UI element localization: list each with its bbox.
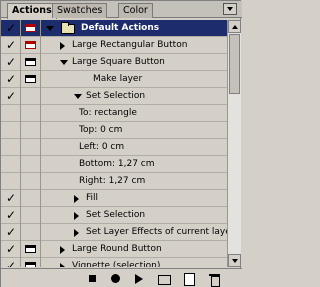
dialog-icon	[25, 41, 36, 49]
row-label: Right: 1,27 cm	[79, 176, 146, 186]
scroll-thumb[interactable]	[229, 34, 240, 94]
action-parameter-row[interactable]: Top: 0 cm	[1, 122, 227, 139]
vertical-scrollbar[interactable]	[227, 20, 241, 267]
collapse-triangle-icon[interactable]	[60, 60, 68, 65]
actions-list: Default Actions Large Rectangular Button L…	[1, 20, 227, 267]
toggle-dialog-cell[interactable]	[21, 20, 41, 37]
toggle-dialog-cell[interactable]	[21, 224, 41, 241]
record-icon[interactable]	[108, 272, 124, 286]
row-label: Large Rectangular Button	[72, 40, 188, 50]
command-row[interactable]: Set Layer Effects of current laye	[1, 224, 227, 241]
toggle-item-checkbox[interactable]	[1, 241, 21, 258]
toggle-dialog-cell	[21, 105, 41, 122]
action-parameter-row[interactable]: Left: 0 cm	[1, 139, 227, 156]
toggle-item-checkbox[interactable]	[1, 20, 21, 37]
folder-icon	[61, 22, 75, 34]
command-row[interactable]: Fill	[1, 190, 227, 207]
toggle-dialog-cell	[21, 173, 41, 190]
toggle-dialog-cell[interactable]	[21, 190, 41, 207]
collapse-triangle-icon[interactable]	[46, 26, 54, 31]
trash-icon[interactable]	[207, 272, 223, 287]
stop-icon[interactable]	[85, 272, 101, 286]
toggle-item-checkbox[interactable]	[1, 258, 21, 267]
row-label: Default Actions	[81, 23, 160, 33]
toggle-item-checkbox[interactable]	[1, 224, 21, 241]
action-parameter-row[interactable]: To: rectangle	[1, 105, 227, 122]
row-label: Fill	[86, 193, 99, 203]
new-set-icon[interactable]	[156, 272, 172, 286]
new-action-icon[interactable]	[181, 272, 197, 286]
row-label: Vignette (selection)	[72, 261, 161, 267]
toggle-item-checkbox	[1, 105, 21, 122]
row-label: Bottom: 1,27 cm	[79, 159, 155, 169]
toggle-dialog-cell[interactable]	[21, 37, 41, 54]
command-row[interactable]: Set Selection	[1, 207, 227, 224]
expand-triangle-icon[interactable]	[74, 195, 79, 203]
tab-actions[interactable]: Actions	[7, 3, 57, 19]
action-row[interactable]: Large Rectangular Button	[1, 37, 227, 54]
toggle-item-checkbox[interactable]	[1, 207, 21, 224]
action-parameter-row[interactable]: Bottom: 1,27 cm	[1, 156, 227, 173]
toggle-dialog-cell[interactable]	[21, 258, 41, 267]
row-label: Top: 0 cm	[79, 125, 123, 135]
toggle-dialog-cell	[21, 156, 41, 173]
toggle-dialog-cell[interactable]	[21, 207, 41, 224]
expand-triangle-icon[interactable]	[60, 42, 65, 50]
dialog-icon	[25, 24, 36, 32]
dialog-icon	[25, 245, 36, 253]
toggle-item-checkbox[interactable]	[1, 190, 21, 207]
command-row[interactable]: Set Selection	[1, 88, 227, 105]
row-label: Make layer	[93, 74, 143, 84]
row-label: Set Selection	[86, 210, 146, 220]
toggle-dialog-cell[interactable]	[21, 241, 41, 258]
scroll-up-icon[interactable]	[228, 20, 241, 33]
actions-toolbar	[1, 268, 242, 287]
tab-swatches[interactable]: Swatches	[52, 3, 108, 18]
toggle-item-checkbox[interactable]	[1, 54, 21, 71]
scroll-down-icon[interactable]	[228, 254, 241, 267]
toggle-dialog-cell	[21, 139, 41, 156]
expand-triangle-icon[interactable]	[60, 263, 65, 267]
expand-triangle-icon[interactable]	[60, 246, 65, 254]
expand-triangle-icon[interactable]	[74, 229, 79, 237]
action-parameter-row[interactable]: Right: 1,27 cm	[1, 173, 227, 190]
tab-color[interactable]: Color	[118, 3, 153, 18]
row-label: To: rectangle	[79, 108, 137, 118]
toggle-dialog-cell[interactable]	[21, 71, 41, 88]
toggle-item-checkbox[interactable]	[1, 88, 21, 105]
row-label: Set Layer Effects of current laye	[86, 227, 227, 237]
toggle-dialog-cell	[21, 122, 41, 139]
row-label: Large Square Button	[72, 57, 165, 67]
toggle-dialog-cell[interactable]	[21, 54, 41, 71]
panel-menu-icon[interactable]	[223, 3, 237, 15]
actions-panel: Actions Swatches Color Default Actions La…	[0, 0, 242, 287]
dialog-icon	[25, 262, 36, 267]
toggle-dialog-cell[interactable]	[21, 88, 41, 105]
command-row[interactable]: Make layer	[1, 71, 227, 88]
expand-triangle-icon[interactable]	[74, 212, 79, 220]
action-row[interactable]: Large Round Button	[1, 241, 227, 258]
row-label: Left: 0 cm	[79, 142, 125, 152]
action-row[interactable]: Vignette (selection)	[1, 258, 227, 267]
action-row[interactable]: Large Square Button	[1, 54, 227, 71]
toggle-item-checkbox	[1, 173, 21, 190]
toggle-item-checkbox	[1, 139, 21, 156]
collapse-triangle-icon[interactable]	[74, 94, 82, 99]
dialog-icon	[25, 58, 36, 66]
toggle-item-checkbox	[1, 156, 21, 173]
toggle-item-checkbox[interactable]	[1, 37, 21, 54]
row-label: Set Selection	[86, 91, 146, 101]
toggle-item-checkbox[interactable]	[1, 71, 21, 88]
toggle-item-checkbox	[1, 122, 21, 139]
row-label: Large Round Button	[72, 244, 162, 254]
panel-tab-bar: Actions Swatches Color	[1, 1, 242, 19]
dialog-icon	[25, 75, 36, 83]
set-row[interactable]: Default Actions	[1, 20, 227, 37]
play-icon[interactable]	[131, 272, 147, 286]
